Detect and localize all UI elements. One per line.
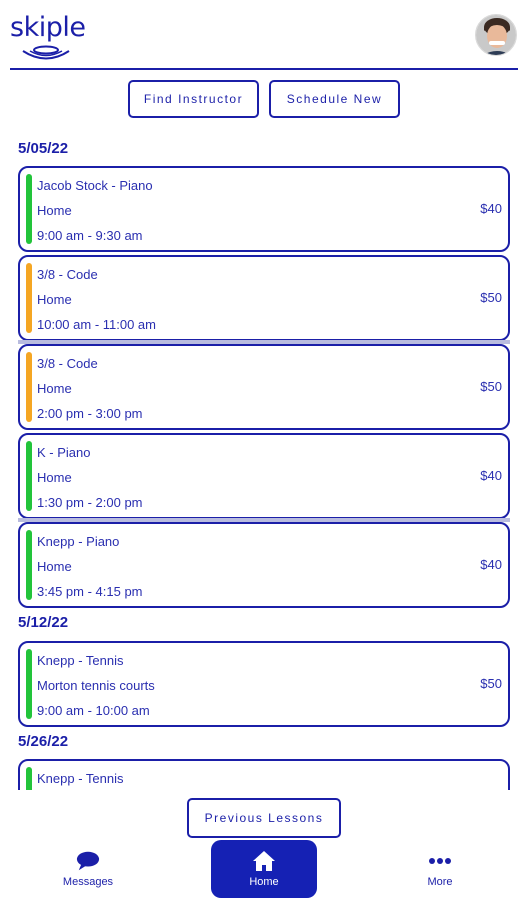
lesson-location: Home	[37, 470, 72, 485]
nav-home[interactable]: Home	[211, 840, 317, 898]
lesson-location: Home	[37, 559, 72, 574]
lesson-title: Knepp - Piano	[37, 534, 120, 549]
lesson-card[interactable]: 3/8 - Code Home 10:00 am - 11:00 am $50	[18, 255, 510, 341]
chat-bubble-icon	[76, 850, 100, 872]
lesson-card[interactable]: Knepp - Tennis Morton tennis courts 9:00…	[18, 641, 510, 727]
lesson-time: 2:00 pm - 3:00 pm	[37, 406, 143, 421]
status-indicator	[26, 767, 32, 790]
lesson-title: Knepp - Tennis	[37, 653, 124, 668]
user-avatar[interactable]	[475, 14, 517, 56]
lessons-list[interactable]: 5/05/22 Jacob Stock - Piano Home 9:00 am…	[0, 128, 527, 790]
schedule-new-button[interactable]: Schedule New	[269, 80, 400, 118]
nav-more[interactable]: More	[400, 840, 480, 898]
lesson-card[interactable]: 3/8 - Code Home 2:00 pm - 3:00 pm $50	[18, 344, 510, 430]
lesson-card[interactable]: K - Piano Home 1:30 pm - 2:00 pm $40	[18, 433, 510, 519]
lesson-price: $40	[480, 468, 502, 483]
previous-lessons-button[interactable]: Previous Lessons	[187, 798, 341, 838]
app-header: skiple	[0, 0, 527, 72]
date-header: 5/26/22	[18, 733, 69, 750]
lesson-title: Jacob Stock - Piano	[37, 178, 153, 193]
lesson-time: 1:30 pm - 2:00 pm	[37, 495, 143, 510]
lesson-location: Home	[37, 203, 72, 218]
lesson-price: $50	[480, 676, 502, 691]
nav-home-label: Home	[249, 876, 279, 888]
lesson-card[interactable]: Jacob Stock - Piano Home 9:00 am - 9:30 …	[18, 166, 510, 252]
lesson-location: Home	[37, 292, 72, 307]
lesson-location: Home	[37, 381, 72, 396]
lesson-card[interactable]: Knepp - Piano Home 3:45 pm - 4:15 pm $40	[18, 522, 510, 608]
lesson-card[interactable]: Knepp - Tennis	[18, 759, 510, 790]
lesson-price: $50	[480, 379, 502, 394]
nav-messages-label: Messages	[62, 876, 114, 888]
header-divider	[10, 68, 518, 70]
brand-name: skiple	[10, 12, 86, 43]
lesson-time: 10:00 am - 11:00 am	[37, 317, 156, 332]
status-indicator	[26, 352, 32, 422]
date-header: 5/05/22	[18, 140, 69, 157]
status-indicator	[26, 263, 32, 333]
lesson-title: 3/8 - Code	[37, 356, 98, 371]
skiple-logo[interactable]: skiple	[10, 10, 90, 60]
lesson-time: 3:45 pm - 4:15 pm	[37, 584, 143, 599]
date-header: 5/12/22	[18, 614, 69, 631]
lesson-title: Knepp - Tennis	[37, 771, 124, 786]
lesson-location: Morton tennis courts	[37, 678, 155, 693]
status-indicator	[26, 530, 32, 600]
lesson-time: 9:00 am - 10:00 am	[37, 703, 150, 718]
home-icon	[252, 850, 276, 872]
nav-more-label: More	[427, 876, 453, 888]
more-dots-icon	[428, 850, 452, 872]
lesson-price: $40	[480, 201, 502, 216]
lesson-time: 9:00 am - 9:30 am	[37, 228, 143, 243]
status-indicator	[26, 649, 32, 719]
lesson-price: $50	[480, 290, 502, 305]
lesson-title: 3/8 - Code	[37, 267, 98, 282]
status-indicator	[26, 441, 32, 511]
profile-photo-icon	[476, 15, 516, 55]
status-indicator	[26, 174, 32, 244]
find-instructor-button[interactable]: Find Instructor	[128, 80, 259, 118]
nav-messages[interactable]: Messages	[48, 840, 128, 898]
lesson-price: $40	[480, 557, 502, 572]
lesson-title: K - Piano	[37, 445, 91, 460]
ripple-logo-icon	[22, 45, 70, 60]
